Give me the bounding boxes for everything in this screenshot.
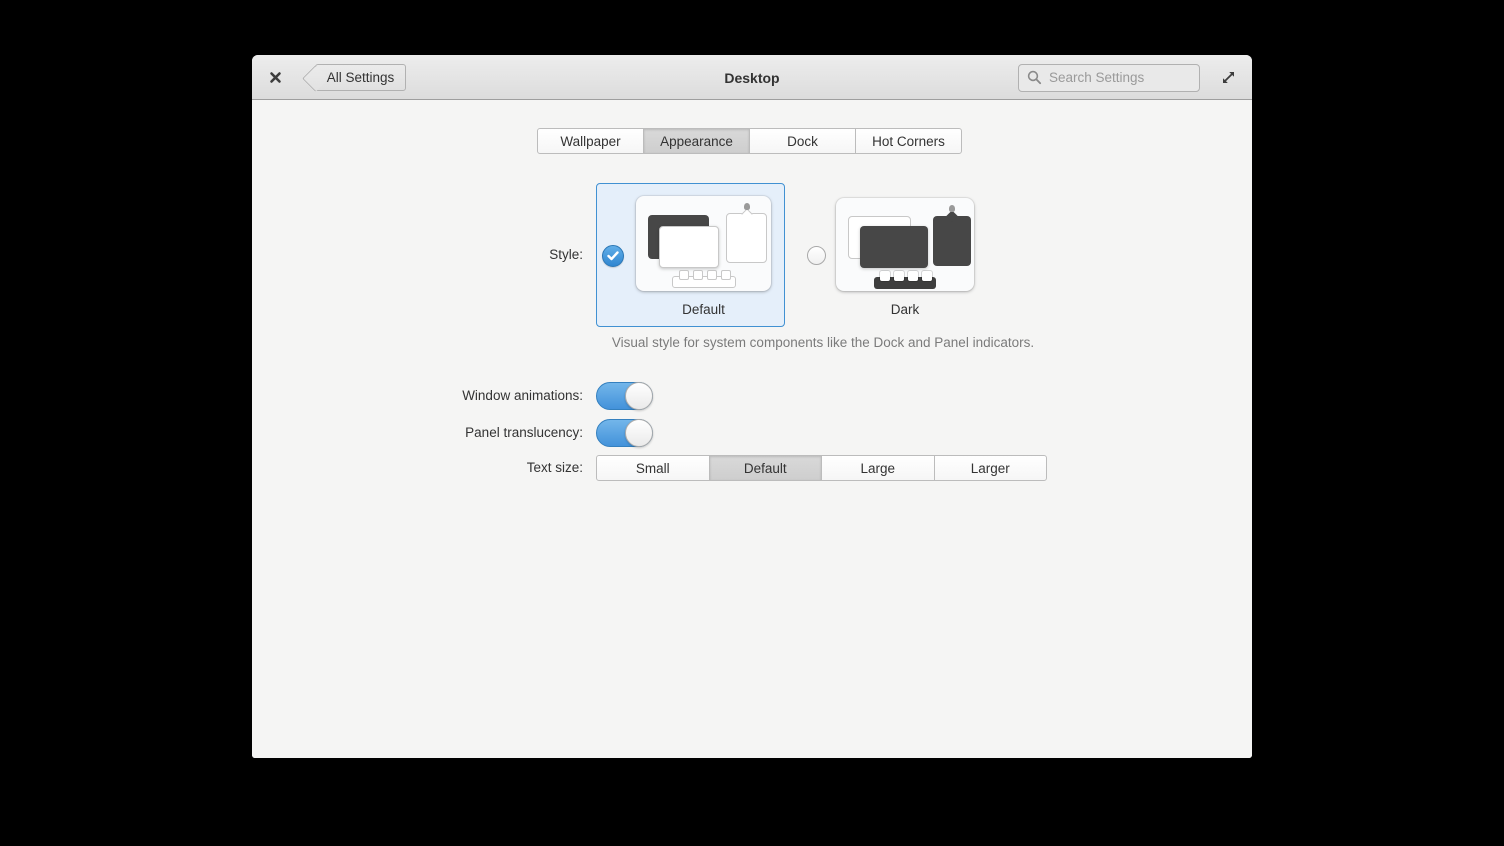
preview-window-front-dark	[860, 226, 928, 268]
close-icon	[269, 71, 282, 84]
tab-appearance[interactable]: Appearance	[643, 128, 750, 154]
maximize-button[interactable]	[1217, 66, 1239, 88]
window-animations-label: Window animations:	[252, 387, 583, 405]
text-size-large[interactable]: Large	[821, 455, 935, 481]
style-description: Visual style for system components like …	[596, 335, 1050, 350]
preview-dock-dark	[874, 277, 936, 289]
check-icon	[607, 251, 619, 261]
settings-window: All Settings Desktop Wallpape	[252, 55, 1252, 758]
preview-popover-light	[726, 213, 767, 263]
radio-checked-icon[interactable]	[602, 245, 624, 267]
maximize-icon	[1221, 70, 1236, 85]
headerbar: All Settings Desktop	[252, 55, 1252, 100]
toggle-knob	[625, 419, 653, 447]
content-area: Wallpaper Appearance Dock Hot Corners St…	[252, 100, 1252, 758]
dock-item	[894, 271, 904, 281]
preview-window-front-light	[659, 226, 719, 268]
dock-item	[922, 271, 932, 281]
text-size-label: Text size:	[252, 459, 583, 477]
style-option-default[interactable]: Default	[596, 183, 785, 327]
text-size-larger[interactable]: Larger	[934, 455, 1048, 481]
panel-indicator-icon	[744, 203, 750, 210]
preview-dock-light	[672, 276, 736, 288]
radio-unchecked-icon[interactable]	[807, 246, 826, 265]
text-size-default[interactable]: Default	[709, 455, 823, 481]
text-size-segmented-control: Small Default Large Larger	[596, 455, 1047, 481]
search-input[interactable]	[1049, 70, 1191, 85]
search-field[interactable]	[1018, 64, 1200, 92]
all-settings-back-button[interactable]: All Settings	[315, 64, 406, 91]
dock-item	[679, 270, 689, 280]
preview-popover-dark	[933, 216, 971, 266]
tab-hot-corners[interactable]: Hot Corners	[855, 128, 962, 154]
dock-item	[693, 270, 703, 280]
desktop-background: All Settings Desktop Wallpape	[0, 0, 1504, 846]
close-button[interactable]	[264, 66, 286, 88]
style-option-dark-label: Dark	[836, 302, 974, 317]
dock-item	[880, 271, 890, 281]
dock-item	[721, 270, 731, 280]
panel-indicator-icon	[949, 205, 955, 212]
style-option-default-label: Default	[636, 302, 771, 317]
default-style-preview	[636, 196, 771, 291]
dark-style-preview	[836, 198, 974, 291]
dock-item	[707, 270, 717, 280]
panel-translucency-toggle[interactable]	[596, 419, 653, 447]
back-chevron-icon	[302, 65, 329, 92]
style-label: Style:	[252, 246, 583, 264]
toggle-knob	[625, 382, 653, 410]
dock-item	[908, 271, 918, 281]
panel-translucency-label: Panel translucency:	[252, 424, 583, 442]
window-animations-toggle[interactable]	[596, 382, 653, 410]
style-option-dark[interactable]: Dark	[796, 183, 996, 327]
back-button-label: All Settings	[327, 70, 395, 85]
tab-dock[interactable]: Dock	[749, 128, 856, 154]
tab-bar: Wallpaper Appearance Dock Hot Corners	[537, 128, 962, 154]
text-size-small[interactable]: Small	[596, 455, 710, 481]
search-icon	[1027, 70, 1042, 85]
popover-arrow	[946, 210, 957, 221]
tab-wallpaper[interactable]: Wallpaper	[537, 128, 644, 154]
